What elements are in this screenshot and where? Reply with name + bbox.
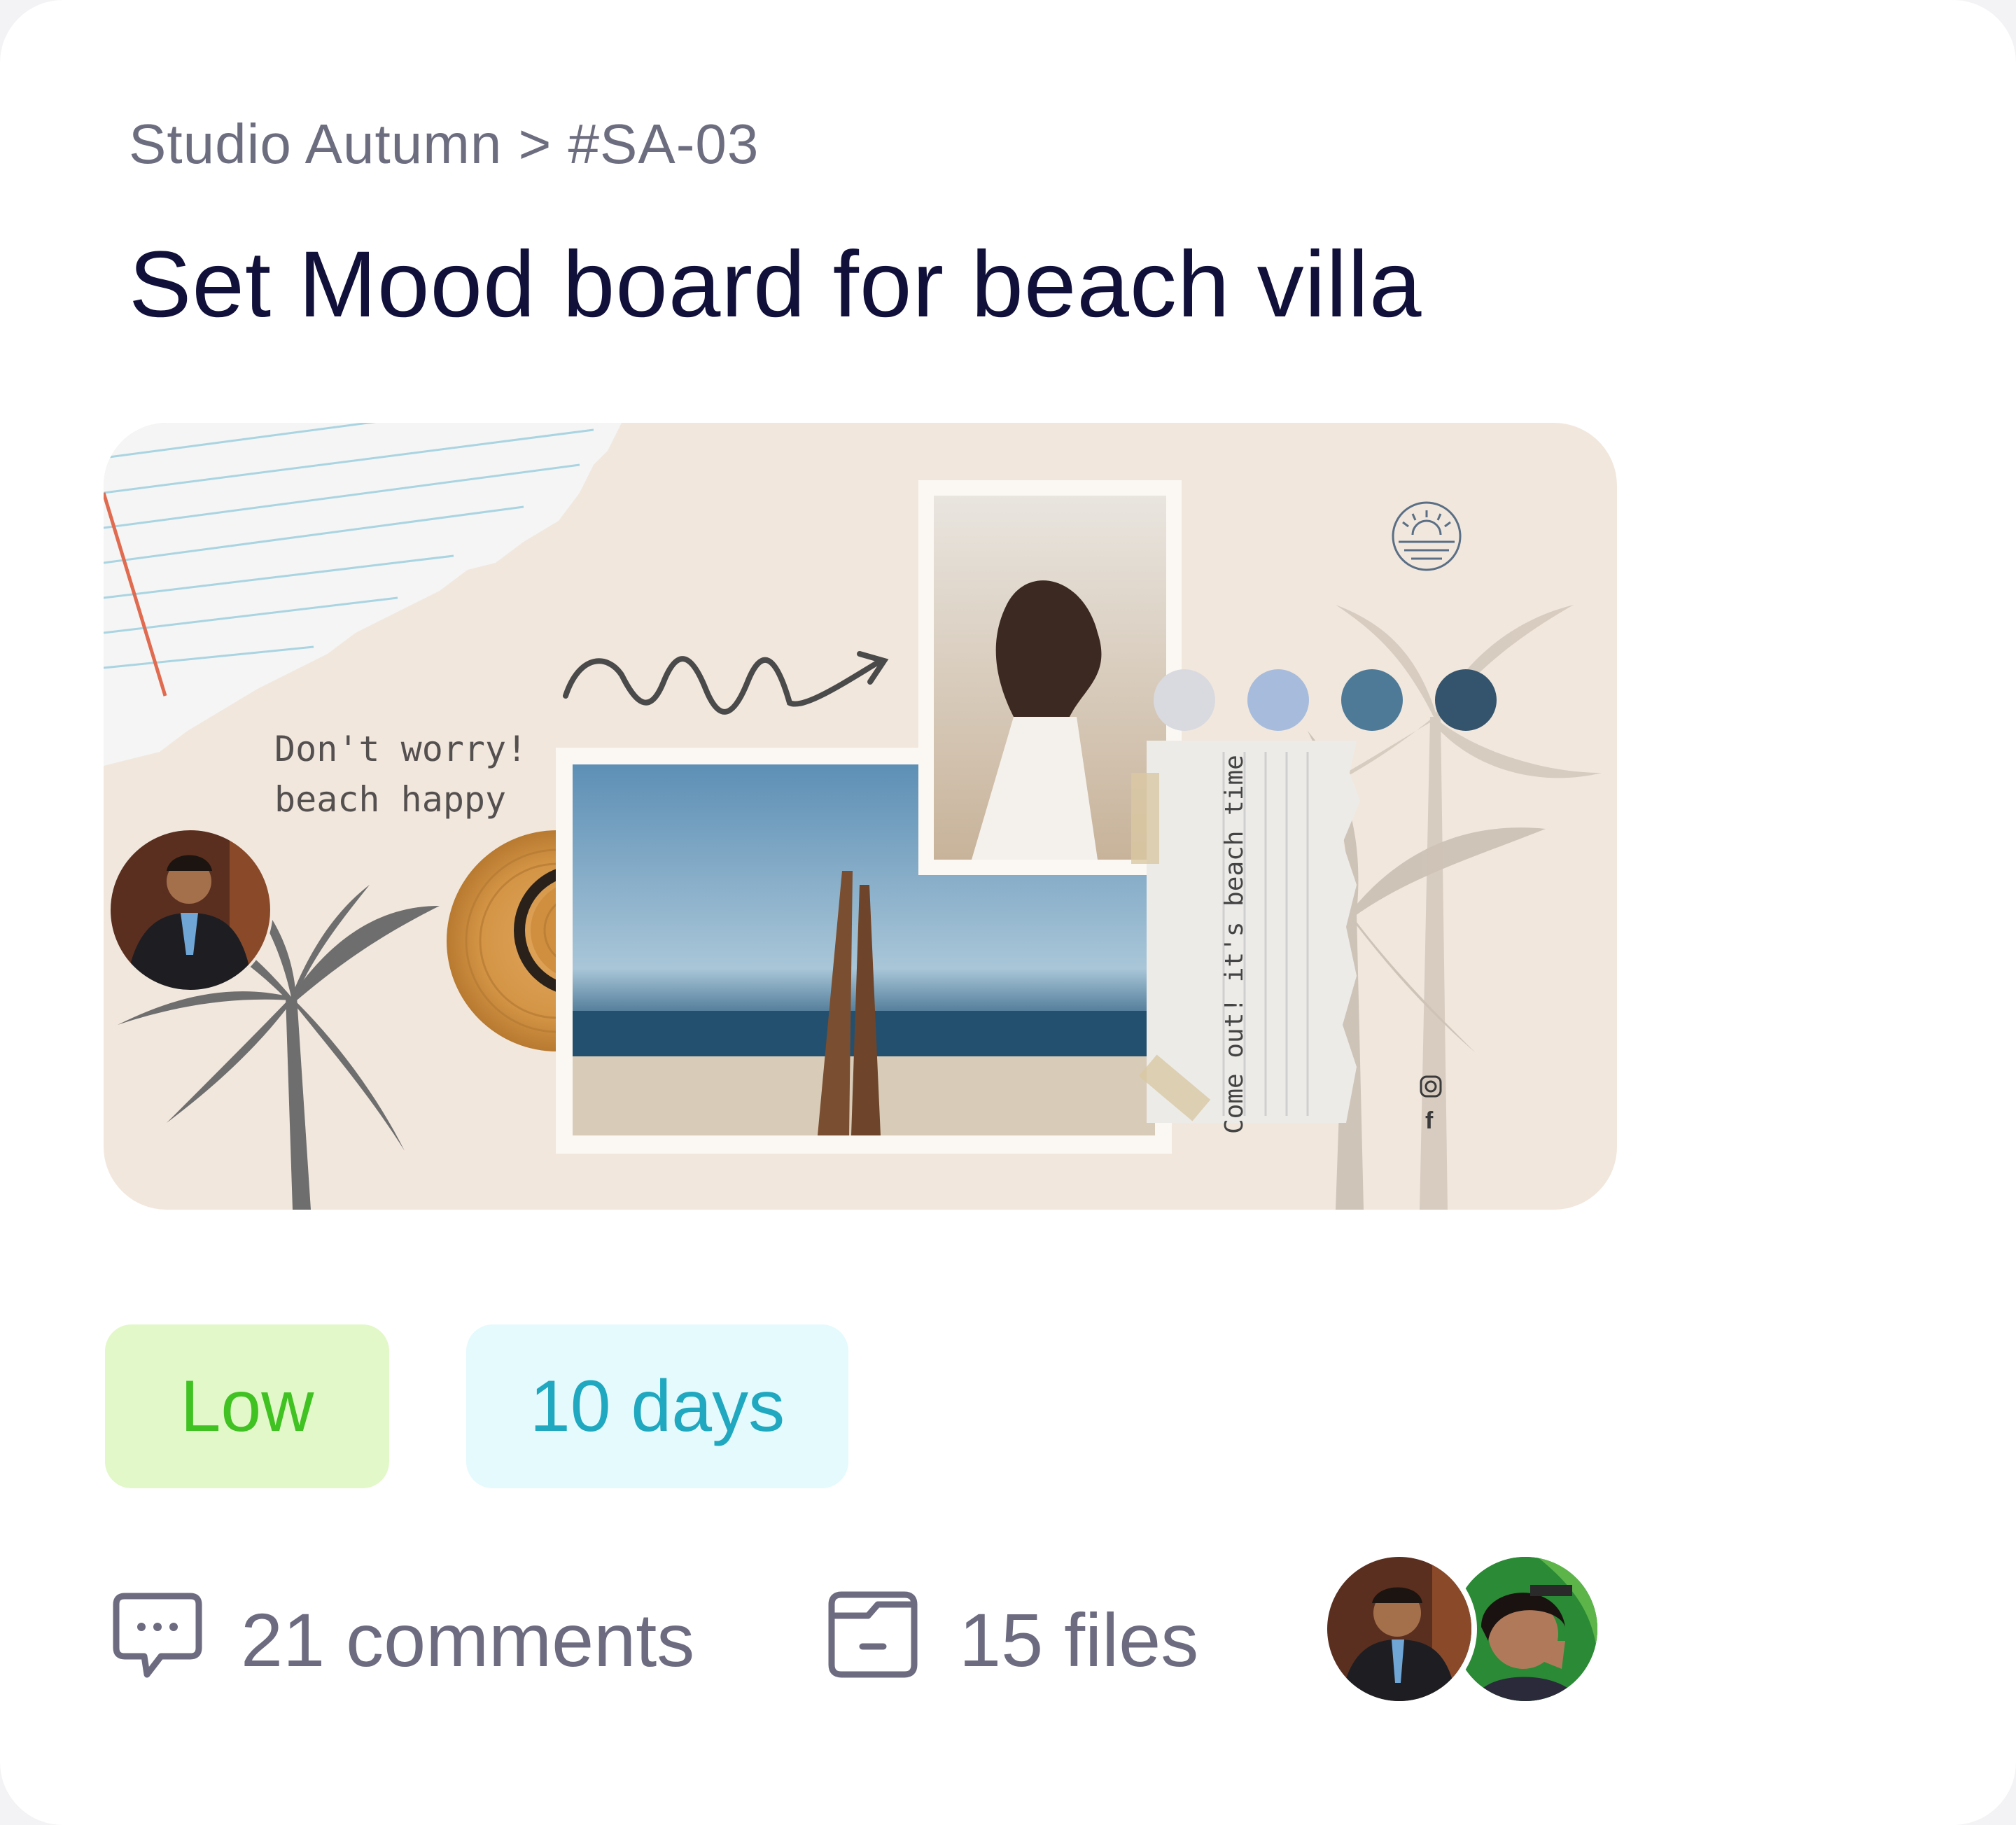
facebook-icon: f xyxy=(1425,1107,1434,1134)
breadcrumb[interactable]: Studio Autumn > #SA-03 xyxy=(129,112,759,176)
duration-badge[interactable]: 10 days xyxy=(466,1324,848,1488)
moodboard-tagline: Don't worry! beach happy xyxy=(274,729,528,820)
comments-count[interactable]: 21 comments xyxy=(241,1596,694,1684)
assignee-avatar-1[interactable] xyxy=(1322,1551,1477,1707)
priority-badge[interactable]: Low xyxy=(105,1324,389,1488)
comment-icon[interactable] xyxy=(111,1589,204,1683)
sun-logo-icon xyxy=(1392,501,1462,571)
moodboard-image[interactable]: f Don't worry! beach happy Come out! it'… xyxy=(104,423,1617,1210)
moodboard-note: Come out! it's beach time xyxy=(1220,755,1249,1134)
task-title: Set Mood board for beach villa xyxy=(129,232,1422,337)
files-count[interactable]: 15 files xyxy=(959,1596,1198,1684)
task-card[interactable]: Studio Autumn > #SA-03 Set Mood board fo… xyxy=(0,0,2016,1825)
folder-icon[interactable] xyxy=(826,1589,920,1683)
